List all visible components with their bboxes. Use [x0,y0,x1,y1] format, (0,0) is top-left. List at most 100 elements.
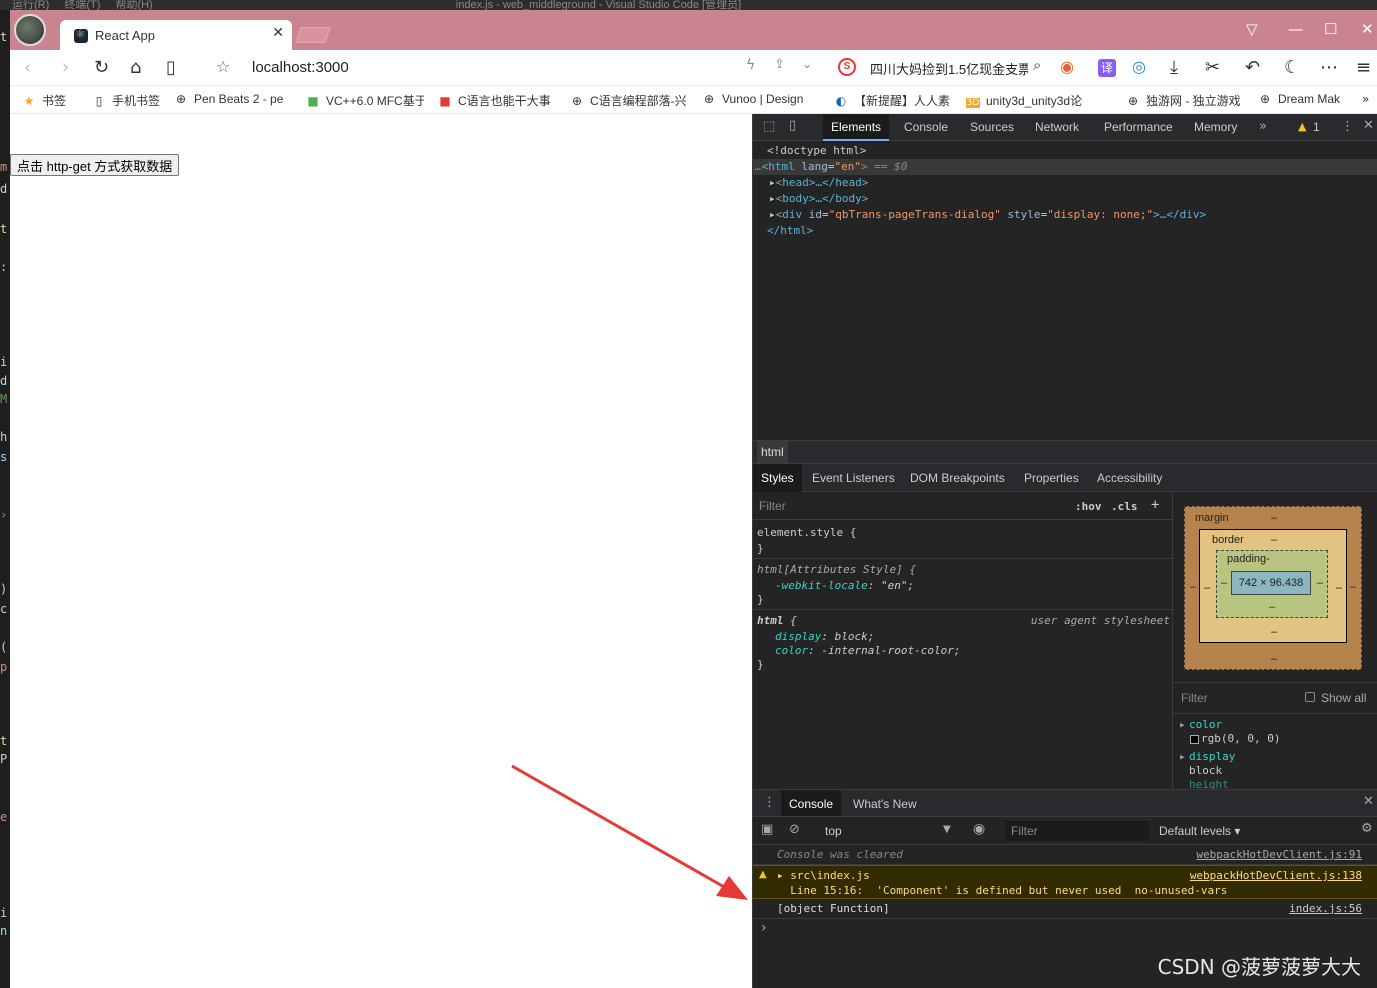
expand-arrow-icon[interactable]: ▸ [769,208,776,221]
vscode-menu-run[interactable]: 运行(R) [12,0,49,10]
box-margin[interactable]: margin – – – – border – – – – padding- –… [1184,506,1362,670]
menu-icon[interactable]: ≡ [1356,57,1371,78]
vscode-menu-terminal[interactable]: 终端(T) [64,0,100,10]
reading-icon[interactable]: ▯ [166,57,176,78]
drawer-tab-whats-new[interactable]: What's New [853,797,917,811]
search-icon[interactable]: ⌕ [1033,56,1041,74]
bookmark-item[interactable]: ⊕ Vunoo | Design [702,92,820,106]
kebab-menu-icon[interactable]: ⋮ [1341,119,1354,134]
vscode-menu-help[interactable]: 帮助(H) [115,0,152,10]
rule-attributes-style[interactable]: html[Attributes Style] { [757,563,916,576]
box-content[interactable]: 742 × 96.438 [1231,571,1311,595]
http-get-button[interactable]: 点击 http-get 方式获取数据 [10,154,180,176]
bookmark-item[interactable]: ⊕ Pen Beats 2 - pe [174,92,292,106]
show-all-checkbox[interactable] [1305,692,1315,702]
tab-accessibility[interactable]: Accessibility [1097,471,1162,485]
more-icon[interactable]: ⋯ [1320,57,1338,78]
expand-arrow-icon[interactable]: ▸ [1179,718,1186,731]
source-link[interactable]: webpackHotDevClient.js:91 [1196,848,1362,861]
bookmark-item[interactable]: 3D unity3d_unity3d论 [966,92,1086,109]
back-icon[interactable]: ‹ [24,57,31,78]
box-padding[interactable]: padding- – – – 742 × 96.438 [1216,550,1328,618]
bookmark-item[interactable]: ■ VC++6.0 MFC基于 [306,92,424,109]
scissors-icon[interactable]: ✂ [1205,57,1220,78]
bookmark-item[interactable]: ■ C语言也能干大事 [438,92,556,109]
source-link[interactable]: index.js:56 [1289,902,1362,915]
reload-icon[interactable]: ↻ [94,57,109,78]
url-field[interactable]: localhost:3000 [252,59,349,76]
inspect-icon[interactable]: ⬚ [763,119,775,134]
undo-icon[interactable]: ↶ [1245,57,1260,78]
bookmark-item[interactable]: ⊕ 独游网 - 独立游戏 [1126,92,1246,109]
warning-icon[interactable]: ▲ [1298,120,1306,133]
eye-icon[interactable]: ◉ [973,821,985,837]
more-tabs-icon[interactable]: » [1259,119,1267,134]
source-link[interactable]: webpackHotDevClient.js:138 [1190,869,1362,882]
hov-toggle[interactable]: :hov [1075,500,1102,513]
expand-arrow-icon[interactable]: ▸ [1179,750,1186,763]
warning-count[interactable]: 1 [1313,120,1320,134]
maximize-icon[interactable]: ☐ [1324,20,1337,38]
dom-node-selected[interactable]: …<html lang="en"> == $0 [753,159,1377,175]
drawer-tab-console[interactable]: Console [781,790,842,816]
chevron-down-icon[interactable]: ⌄ [802,57,812,71]
tab-react-app[interactable]: React App ✕ [60,20,292,50]
bookmark-item[interactable]: ▯ 手机书签 [92,92,160,109]
star-icon[interactable]: ☆ [216,57,230,76]
context-dropdown-icon[interactable]: ▼ [943,824,951,835]
breadcrumb-html[interactable]: html [757,441,788,463]
dom-node[interactable]: <!doctype html> [753,143,1377,159]
rule-element-style[interactable]: element.style { [757,526,856,539]
box-border[interactable]: border – – – – padding- – – – 742 × 96.4… [1199,529,1347,643]
bookmark-item[interactable]: ⊕ C语言编程部落-兴 [570,92,690,109]
expand-arrow-icon[interactable]: ▸ [769,192,776,205]
context-selector[interactable]: top [825,824,842,838]
search-text[interactable]: 四川大妈捡到1.5亿现金支票 [870,59,1028,78]
new-tab-button[interactable] [295,27,331,43]
style-property[interactable]: color: -internal-root-color; [775,644,960,657]
new-rule-icon[interactable]: + [1151,497,1159,513]
tab-sources[interactable]: Sources [970,120,1014,134]
dom-node[interactable]: ▸<div id="qbTrans-pageTrans-dialog" styl… [753,207,1377,223]
computed-prop-name[interactable]: height [1189,778,1229,789]
computed-filter-input[interactable]: Filter [1181,691,1208,705]
dom-node[interactable]: ▸<body>…</body> [753,191,1377,207]
home-icon[interactable]: ⌂ [130,57,141,78]
lightning-icon[interactable]: ϟ [746,57,755,73]
styles-filter-input[interactable]: Filter [759,499,786,513]
game-icon[interactable]: ◉ [1060,57,1074,76]
user-avatar[interactable] [14,14,46,46]
dom-node[interactable]: ▸<head>…</head> [753,175,1377,191]
tab-event-listeners[interactable]: Event Listeners [812,471,895,485]
share-icon[interactable]: ⇪ [774,57,785,72]
close-devtools-icon[interactable]: ✕ [1363,118,1374,133]
drawer-menu-icon[interactable]: ⋮ [763,795,776,810]
search-box[interactable]: S 四川大妈捡到1.5亿现金支票 ⌕ [838,56,1058,80]
download-icon[interactable]: ⤓ [1170,57,1178,78]
tab-performance[interactable]: Performance [1104,120,1173,134]
bookmark-item[interactable]: ⊕ Dream Mak [1258,92,1350,106]
console-settings-icon[interactable]: ⚙ [1361,821,1373,836]
extension-icon[interactable]: ◎ [1132,57,1146,76]
tab-memory[interactable]: Memory [1194,120,1237,134]
expand-arrow-icon[interactable]: ▸ [769,176,776,189]
style-property[interactable]: -webkit-locale: "en"; [775,579,914,592]
forward-icon[interactable]: › [62,57,69,78]
minimize-icon[interactable]: — [1288,20,1303,38]
dom-node[interactable]: </html> [753,223,1377,239]
color-swatch[interactable] [1190,735,1199,744]
translate-icon[interactable]: 译 [1098,59,1116,77]
night-mode-icon[interactable]: ☾ [1284,57,1300,78]
cls-toggle[interactable]: .cls [1111,500,1138,513]
bookmarks-overflow-icon[interactable]: » [1362,92,1369,106]
warning-file[interactable]: ▸ src\index.js [777,869,870,882]
style-property[interactable]: display: block; [775,630,874,643]
computed-prop-name[interactable]: color [1189,718,1222,731]
tab-styles[interactable]: Styles [753,464,802,492]
rule-html[interactable]: html { [757,614,797,627]
log-levels-dropdown[interactable]: Default levels ▾ [1159,824,1240,838]
tab-properties[interactable]: Properties [1024,471,1079,485]
computed-prop-name[interactable]: display [1189,750,1235,763]
window-close-icon[interactable]: ✕ [1361,20,1374,38]
console-prompt[interactable]: › [761,920,767,936]
